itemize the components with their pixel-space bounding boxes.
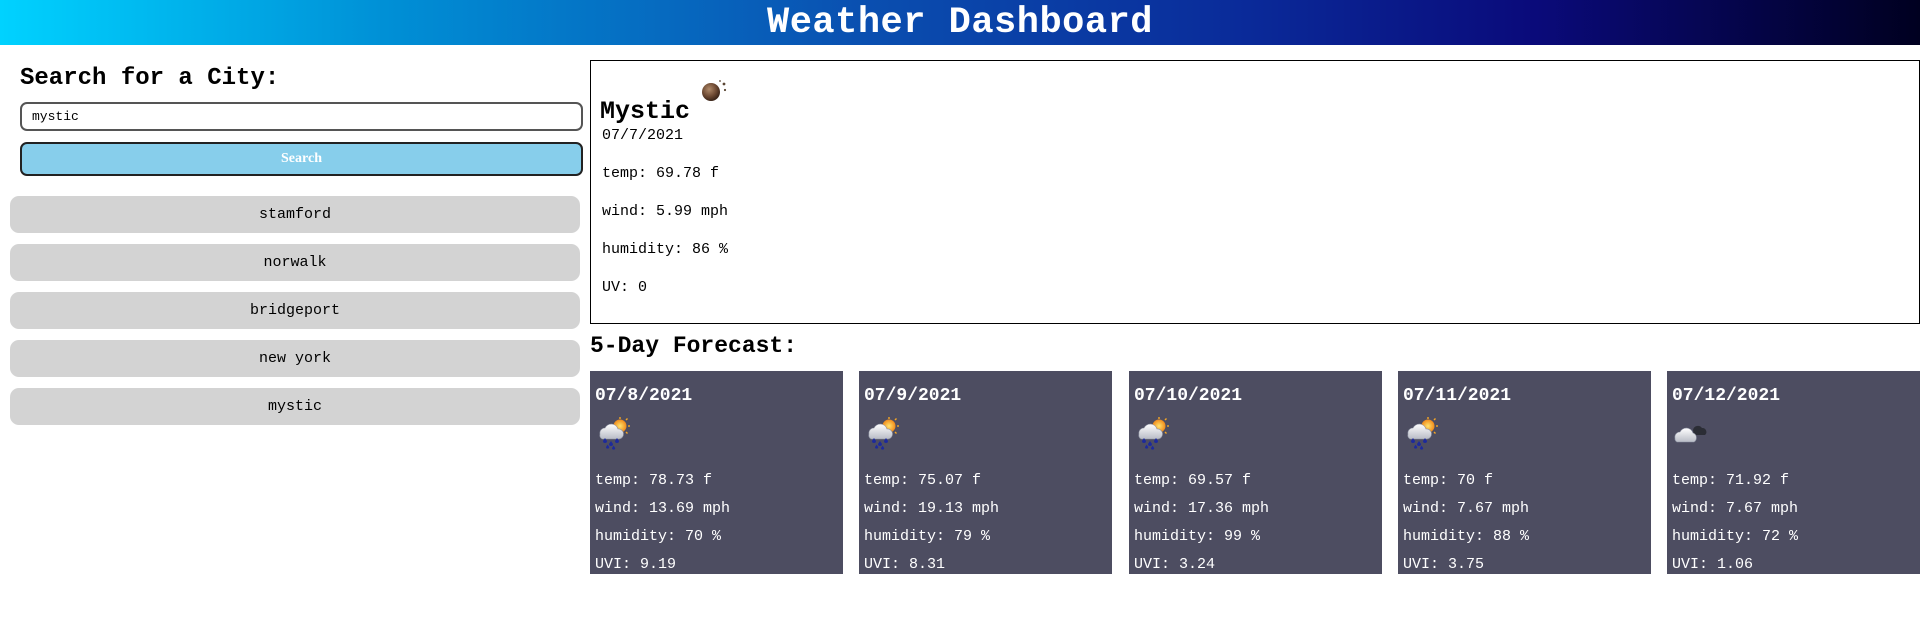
history-item[interactable]: norwalk bbox=[10, 244, 580, 281]
forecast-humidity: humidity: 72 % bbox=[1672, 528, 1799, 545]
current-humidity: humidity: 86 % bbox=[602, 241, 729, 258]
forecast-date: 07/11/2021 bbox=[1403, 386, 1512, 406]
current-uv: UV: 0 bbox=[602, 279, 648, 296]
forecast-humidity: humidity: 79 % bbox=[864, 528, 991, 545]
rain-sun-icon bbox=[1133, 416, 1173, 451]
forecast-humidity: humidity: 88 % bbox=[1403, 528, 1530, 545]
rain-sun-icon bbox=[1402, 416, 1442, 451]
history-item[interactable]: mystic bbox=[10, 388, 580, 425]
forecast-uvi: UVI: 8.31 bbox=[864, 556, 946, 573]
forecast-card: 07/9/2021 temp: 75.07 f wind: 19.13 mph … bbox=[859, 371, 1112, 574]
search-history-list: stamford norwalk bridgeport new york mys… bbox=[10, 196, 580, 436]
forecast-uvi: UVI: 3.75 bbox=[1403, 556, 1485, 573]
forecast-date: 07/12/2021 bbox=[1672, 386, 1781, 406]
forecast-wind: wind: 7.67 mph bbox=[1403, 500, 1530, 517]
app-header: Weather Dashboard bbox=[0, 0, 1920, 45]
current-date: 07/7/2021 bbox=[602, 127, 684, 144]
forecast-wind: wind: 19.13 mph bbox=[864, 500, 1000, 517]
history-item[interactable]: stamford bbox=[10, 196, 580, 233]
forecast-humidity: humidity: 70 % bbox=[595, 528, 722, 545]
forecast-wind: wind: 13.69 mph bbox=[595, 500, 731, 517]
forecast-card: 07/11/2021 temp: 70 f wind: 7.67 mph hum… bbox=[1398, 371, 1651, 574]
city-search-input[interactable] bbox=[20, 102, 583, 131]
search-title: Search for a City: bbox=[20, 65, 280, 92]
cloudy-icon bbox=[1671, 416, 1711, 448]
forecast-humidity: humidity: 99 % bbox=[1134, 528, 1261, 545]
history-item[interactable]: bridgeport bbox=[10, 292, 580, 329]
forecast-temp: temp: 78.73 f bbox=[595, 472, 713, 489]
forecast-wind: wind: 17.36 mph bbox=[1134, 500, 1270, 517]
forecast-date: 07/9/2021 bbox=[864, 386, 962, 406]
sidebar: Search for a City: Search stamford norwa… bbox=[10, 45, 583, 631]
forecast-date: 07/8/2021 bbox=[595, 386, 693, 406]
forecast-temp: temp: 69.57 f bbox=[1134, 472, 1252, 489]
current-city-name: Mystic bbox=[600, 97, 691, 126]
rain-sun-icon bbox=[863, 416, 903, 451]
forecast-uvi: UVI: 1.06 bbox=[1672, 556, 1754, 573]
forecast-title: 5-Day Forecast: bbox=[590, 333, 798, 359]
page-title: Weather Dashboard bbox=[767, 1, 1153, 44]
forecast-card: 07/8/2021 temp: 78.73 f wind: 13.69 mph … bbox=[590, 371, 843, 574]
forecast-wind: wind: 7.67 mph bbox=[1672, 500, 1799, 517]
forecast-date: 07/10/2021 bbox=[1134, 386, 1243, 406]
forecast-temp: temp: 70 f bbox=[1403, 472, 1494, 489]
forecast-uvi: UVI: 9.19 bbox=[595, 556, 677, 573]
forecast-temp: temp: 75.07 f bbox=[864, 472, 982, 489]
rain-sun-icon bbox=[594, 416, 634, 451]
search-button[interactable]: Search bbox=[20, 142, 583, 176]
forecast-card: 07/10/2021 temp: 69.57 f wind: 17.36 mph… bbox=[1129, 371, 1382, 574]
forecast-card: 07/12/2021 temp: 71.92 f wind: 7.67 mph … bbox=[1667, 371, 1920, 574]
current-temp: temp: 69.78 f bbox=[602, 165, 720, 182]
history-item[interactable]: new york bbox=[10, 340, 580, 377]
forecast-temp: temp: 71.92 f bbox=[1672, 472, 1790, 489]
current-wind: wind: 5.99 mph bbox=[602, 203, 729, 220]
clear-night-moon-icon bbox=[700, 79, 728, 103]
current-weather-panel: Mystic 07/7/2021 temp: 69.78 f wind: 5.9… bbox=[590, 60, 1920, 324]
forecast-uvi: UVI: 3.24 bbox=[1134, 556, 1216, 573]
